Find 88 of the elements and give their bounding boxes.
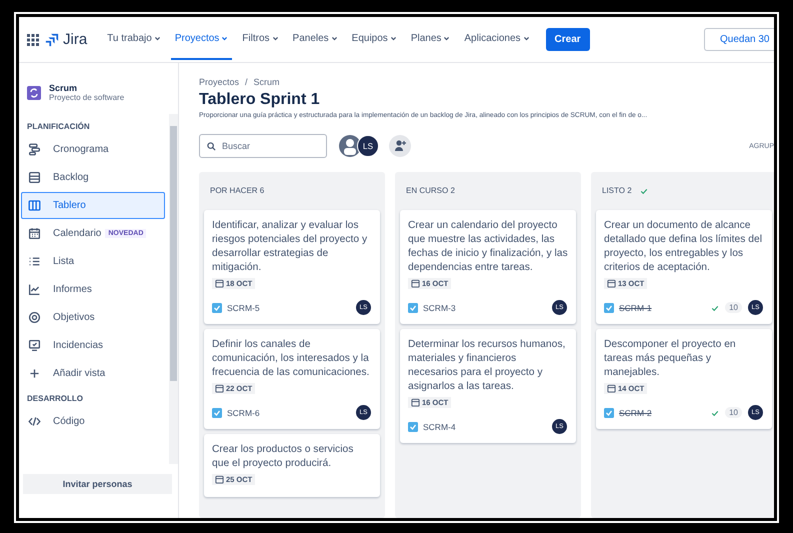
sidebar-item[interactable]: Código (21, 408, 165, 435)
calendar-icon (411, 398, 420, 407)
list-icon (28, 255, 41, 268)
chevron-down-icon (154, 35, 161, 42)
chevron-down-icon (522, 35, 530, 42)
scrollbar[interactable] (169, 114, 178, 464)
nav-menu-item[interactable]: Tu trabajo (103, 19, 165, 60)
board-icon (28, 199, 41, 212)
chevron-down-icon (330, 35, 338, 42)
project-icon (27, 86, 41, 100)
user-avatar[interactable]: LS (357, 135, 379, 157)
check-icon (711, 408, 720, 416)
sidebar-item[interactable]: Lista (21, 248, 165, 275)
add-person-icon[interactable] (389, 135, 411, 157)
section-heading: PLANIFICACIÓN (26, 120, 91, 133)
chart-icon (28, 283, 41, 296)
sidebar-item[interactable]: Objetivos (21, 304, 165, 331)
breadcrumb-link[interactable]: Scrum (254, 77, 280, 87)
nav-menu-item[interactable]: Paneles (288, 19, 342, 60)
search-icon (207, 142, 216, 151)
calendar-icon (215, 279, 224, 288)
calendar-icon (607, 279, 616, 288)
issue-key[interactable]: SCRM-2 (619, 408, 652, 418)
section-heading: DESARROLLO (26, 393, 84, 405)
issue-summary: Definir los canales de comunicación, los interesados y la frecuencia de las comunicaciones. (212, 338, 370, 380)
issue-summary: Crear un documento de alcance detallado que defina los límites del proyecto, los entregables y los criterios de aceptación. (604, 219, 763, 275)
issue-summary: Crear los productos o servicios que el proyecto producirá. (212, 443, 354, 471)
issue-summary: Determinar los recursos humanos, materiales y financieros necesarios para el proyecto y asignarlos a las tareas. (408, 338, 566, 394)
issue-key[interactable]: SCRM-5 (227, 302, 260, 312)
breadcrumb-link[interactable]: Proyectos (199, 77, 240, 87)
nav-menu-item[interactable]: Planes (406, 19, 454, 60)
column-title: LISTO 2 (602, 186, 632, 195)
board-title: Tablero Sprint 1 (199, 91, 321, 109)
story-points: 10 (725, 407, 742, 418)
calendar-icon (215, 475, 224, 484)
issue-summary: Descomponer el proyecto en tareas más pequeñas y manejables. (604, 338, 737, 380)
calendar-icon (28, 227, 41, 240)
calendar-icon (411, 279, 420, 288)
issue-key[interactable]: SCRM-1 (619, 302, 652, 312)
task-checkbox-icon (408, 422, 418, 432)
sidebar-item[interactable]: Tablero (21, 192, 165, 219)
sidebar-item[interactable]: Backlog (21, 164, 165, 191)
check-icon (640, 186, 648, 194)
project-type: Proyecto de software (49, 93, 124, 102)
sidebar-item[interactable]: Incidencias (21, 332, 165, 359)
timeline-icon (28, 143, 41, 156)
backlog-icon (28, 171, 41, 184)
task-checkbox-icon (604, 408, 614, 418)
chevron-down-icon (443, 35, 450, 42)
calendar-icon (607, 384, 616, 393)
app-switcher-icon[interactable] (27, 34, 39, 46)
task-checkbox-icon (604, 302, 614, 312)
logo-icon (45, 32, 59, 46)
project-name: Scrum (49, 83, 78, 93)
search-field[interactable]: Buscar (199, 134, 327, 158)
check-icon (711, 304, 720, 312)
code-icon (28, 415, 41, 428)
logo-text: Jira (63, 31, 88, 48)
issue-summary: Identificar, analizar y evaluar los riesgos potenciales del proyecto y desarrollar estrategias de mitigación. (212, 219, 368, 275)
sidebar-item[interactable]: Cronograma (21, 136, 165, 163)
breadcrumb-separator: / (245, 77, 248, 87)
task-checkbox-icon (408, 302, 418, 312)
column-title: POR HACER 6 (210, 186, 264, 195)
chevron-down-icon (221, 35, 228, 42)
task-checkbox-icon (212, 302, 222, 312)
nav-menu-item[interactable]: Equipos (348, 19, 401, 60)
nav-menu-item[interactable]: Proyectos (170, 19, 232, 60)
chevron-down-icon (272, 35, 279, 42)
invite-button[interactable]: Invitar personas (23, 474, 172, 494)
issue-key[interactable]: SCRM-6 (227, 408, 260, 418)
column-title: EN CURSO 2 (406, 186, 455, 195)
sidebar-item[interactable]: Añadir vista (21, 360, 165, 387)
calendar-icon (215, 384, 224, 393)
issue-summary: Crear un calendario del proyecto que muestre las actividades, las fechas de inicio y finalización, y las dependencias entre tareas. (408, 219, 568, 275)
create-button[interactable]: Crear (546, 28, 590, 51)
target-icon (28, 311, 41, 324)
nav-menu-item[interactable]: Aplicaciones (460, 19, 534, 60)
issue-key[interactable]: SCRM-4 (423, 422, 456, 432)
task-checkbox-icon (212, 408, 222, 418)
avatar-icon[interactable] (339, 135, 361, 157)
trial-button[interactable]: Quedan 30 (704, 28, 774, 51)
nav-menu-item[interactable]: Filtros (238, 19, 283, 60)
story-points: 10 (725, 302, 742, 313)
monitor-icon (28, 339, 41, 352)
chevron-down-icon (390, 35, 397, 42)
plus-icon (28, 367, 41, 380)
issue-key[interactable]: SCRM-3 (423, 302, 456, 312)
sidebar-item[interactable]: Informes (21, 276, 165, 303)
